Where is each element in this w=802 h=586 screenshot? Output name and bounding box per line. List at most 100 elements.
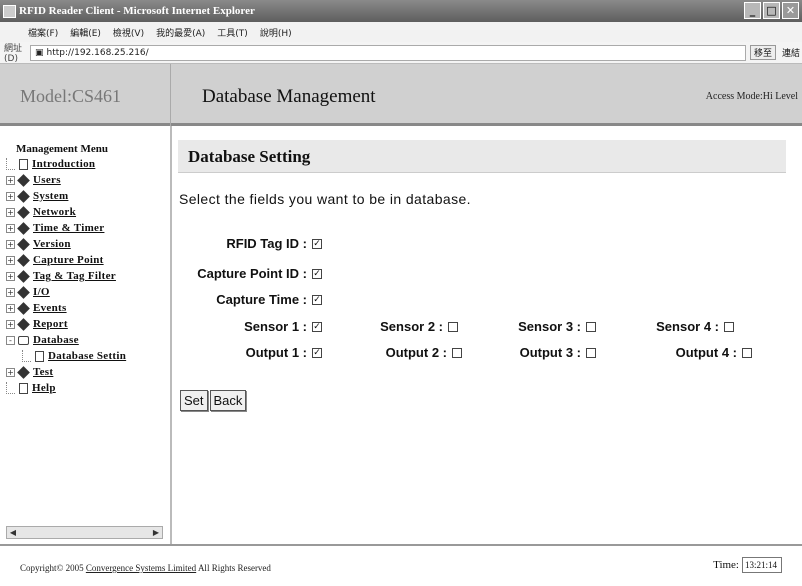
sidebar-item-label[interactable]: Version bbox=[33, 238, 71, 250]
sidebar-item-database-settin[interactable]: Database Settin bbox=[6, 348, 169, 364]
address-label: 網址(D) bbox=[4, 44, 23, 64]
minimize-button[interactable]: _ bbox=[744, 2, 761, 19]
output-3-checkbox[interactable] bbox=[586, 347, 596, 358]
sidebar-item-version[interactable]: + Version bbox=[6, 236, 169, 252]
field-label: Output 2 : bbox=[385, 345, 447, 360]
scroll-right-icon[interactable]: ▶ bbox=[150, 528, 162, 537]
scroll-left-icon[interactable]: ◀ bbox=[7, 528, 19, 537]
expand-icon[interactable]: + bbox=[6, 207, 15, 217]
sidebar-item-tag-tag-filter[interactable]: + Tag & Tag Filter bbox=[6, 268, 169, 284]
sensor-2-checkbox[interactable] bbox=[448, 321, 458, 332]
expand-icon[interactable]: + bbox=[6, 223, 15, 233]
expand-icon[interactable]: + bbox=[6, 303, 15, 313]
sidebar-item-label[interactable]: Report bbox=[33, 318, 68, 330]
menu-edit[interactable]: 編輯(E) bbox=[70, 26, 101, 39]
section-title: Database Setting bbox=[188, 147, 311, 166]
diamond-icon bbox=[17, 189, 30, 203]
field-label: Capture Point ID : bbox=[197, 266, 307, 281]
time-label: Time: bbox=[713, 559, 739, 571]
sidebar-item-database[interactable]: - Database bbox=[6, 332, 169, 348]
output-1-checkbox[interactable]: ✓ bbox=[312, 347, 322, 358]
company-link[interactable]: Convergence Systems Limited bbox=[86, 563, 196, 573]
doc-icon bbox=[19, 158, 28, 170]
expand-icon[interactable]: + bbox=[6, 319, 15, 329]
expand-icon[interactable]: + bbox=[6, 271, 15, 281]
expand-icon[interactable]: + bbox=[6, 367, 15, 377]
sidebar-item-report[interactable]: + Report bbox=[6, 316, 169, 332]
maximize-button[interactable]: □ bbox=[763, 2, 780, 19]
sidebar-item-help[interactable]: Help bbox=[6, 380, 169, 396]
sidebar-item-system[interactable]: + System bbox=[6, 188, 169, 204]
sidebar-item-time-timer[interactable]: + Time & Timer bbox=[6, 220, 169, 236]
address-input[interactable]: ▣ http://192.168.25.216/ bbox=[30, 44, 746, 61]
sensor-4-checkbox[interactable] bbox=[724, 321, 734, 332]
menu-favorites[interactable]: 我的最愛(A) bbox=[156, 26, 205, 39]
expand-icon[interactable]: + bbox=[6, 255, 15, 265]
field-label: Output 3 : bbox=[519, 345, 581, 360]
go-button[interactable]: 移至 bbox=[750, 45, 777, 60]
address-bar: 網址(D) ▣ http://192.168.25.216/ 移至 連結 bbox=[0, 42, 802, 64]
tree-line bbox=[22, 350, 31, 362]
menu-file[interactable]: 檔案(F) bbox=[28, 26, 58, 39]
menu-help[interactable]: 說明(H) bbox=[260, 26, 292, 39]
capture-time-checkbox[interactable]: ✓ bbox=[312, 294, 322, 305]
rfid-tag-id-checkbox[interactable]: ✓ bbox=[312, 238, 322, 249]
page-title: Database Management bbox=[202, 86, 376, 107]
sidebar-item-label[interactable]: Time & Timer bbox=[33, 222, 104, 234]
sidebar-item-label[interactable]: Database bbox=[33, 334, 79, 346]
collapse-icon[interactable]: - bbox=[6, 335, 15, 345]
sidebar-item-label[interactable]: Events bbox=[33, 302, 67, 314]
close-button[interactable]: ✕ bbox=[782, 2, 799, 19]
field-label: Sensor 3 : bbox=[518, 319, 581, 334]
sidebar-item-label[interactable]: Capture Point bbox=[33, 254, 104, 266]
time-input[interactable]: 13:21:14 bbox=[742, 557, 782, 573]
sidebar-scrollbar[interactable]: ◀ ▶ bbox=[6, 526, 163, 539]
copyright-text: Copyright© 2005 Convergence Systems Limi… bbox=[20, 563, 271, 573]
field-output-3: Output 3 : bbox=[486, 345, 596, 360]
field-output-2: Output 2 : bbox=[352, 345, 462, 360]
sidebar-item-label[interactable]: I/O bbox=[33, 286, 50, 298]
expand-icon[interactable]: + bbox=[6, 287, 15, 297]
sidebar-item-i-o[interactable]: + I/O bbox=[6, 284, 169, 300]
field-label: Output 1 : bbox=[245, 345, 307, 360]
sidebar-item-label[interactable]: Network bbox=[33, 206, 76, 218]
access-mode: Access Mode:Hi Level bbox=[705, 91, 798, 102]
sidebar-item-capture-point[interactable]: + Capture Point bbox=[6, 252, 169, 268]
expand-icon[interactable]: + bbox=[6, 239, 15, 249]
menu-tools[interactable]: 工具(T) bbox=[217, 26, 248, 39]
sidebar-item-test[interactable]: + Test bbox=[6, 364, 169, 380]
output-4-checkbox[interactable] bbox=[742, 347, 752, 358]
output-2-checkbox[interactable] bbox=[452, 347, 462, 358]
sidebar-item-events[interactable]: + Events bbox=[6, 300, 169, 316]
rights-text: All Rights Reserved bbox=[197, 563, 271, 573]
ie-icon bbox=[3, 4, 16, 18]
sidebar-item-label[interactable]: Users bbox=[33, 174, 61, 186]
links-button[interactable]: 連結 bbox=[782, 46, 800, 59]
sidebar-item-label[interactable]: Introduction bbox=[32, 158, 95, 170]
sidebar-item-network[interactable]: + Network bbox=[6, 204, 169, 220]
window-title: RFID Reader Client - Microsoft Internet … bbox=[19, 5, 255, 17]
sidebar-item-users[interactable]: + Users bbox=[6, 172, 169, 188]
expand-icon[interactable]: + bbox=[6, 191, 15, 201]
sensor-1-checkbox[interactable]: ✓ bbox=[312, 321, 322, 332]
back-button[interactable]: Back bbox=[209, 390, 247, 411]
folder-icon bbox=[18, 335, 29, 345]
sidebar-item-label[interactable]: Database Settin bbox=[48, 350, 126, 362]
set-button[interactable]: Set bbox=[180, 390, 208, 411]
sidebar-item-label[interactable]: System bbox=[33, 190, 68, 202]
diamond-icon bbox=[17, 301, 30, 315]
sidebar-item-label[interactable]: Tag & Tag Filter bbox=[33, 270, 116, 282]
diamond-icon bbox=[17, 269, 30, 283]
diamond-icon bbox=[17, 365, 30, 379]
capture-point-id-checkbox[interactable]: ✓ bbox=[312, 268, 322, 279]
sidebar-item-label[interactable]: Help bbox=[32, 382, 56, 394]
expand-icon[interactable]: + bbox=[6, 175, 15, 185]
sidebar-item-introduction[interactable]: Introduction bbox=[6, 156, 169, 172]
sensor-3-checkbox[interactable] bbox=[586, 321, 596, 332]
page-icon: ▣ bbox=[35, 47, 44, 58]
header-divider bbox=[170, 64, 171, 126]
sidebar-item-label[interactable]: Test bbox=[33, 366, 53, 378]
menu-view[interactable]: 檢視(V) bbox=[113, 26, 144, 39]
diamond-icon bbox=[17, 173, 30, 187]
field-sensor-3: Sensor 3 : bbox=[486, 319, 596, 334]
